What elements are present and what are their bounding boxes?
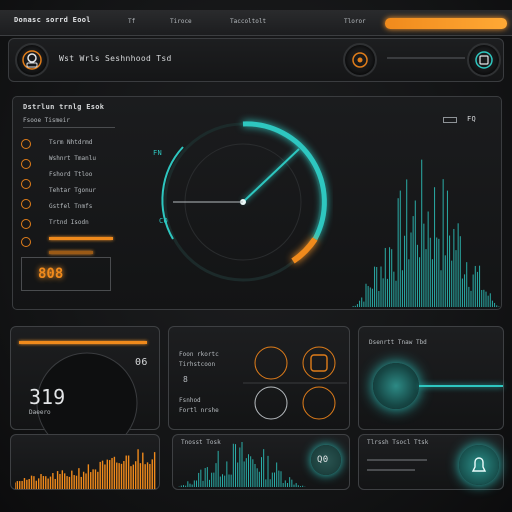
header-title: Wst Wrls Seshnhood Tsd (59, 54, 172, 63)
list-icon (21, 159, 31, 169)
panel-a-sub: Daeero (29, 409, 51, 416)
list-item[interactable]: Wshnrt Tmanlu (49, 155, 96, 162)
panel-b-count: 8 (183, 375, 188, 384)
list-item[interactable]: Tehtar Tgonur (49, 187, 96, 194)
list-icon (21, 179, 31, 189)
waveform-chart (352, 159, 500, 307)
list-icon (21, 139, 31, 149)
tab-4[interactable]: Tloror (344, 18, 366, 25)
tab-2[interactable]: Tiroce (170, 18, 192, 25)
readout-box: 808 (21, 257, 111, 291)
teal-wave-chart (178, 442, 306, 487)
panel-d-label: Tnosst Tosk (181, 439, 221, 446)
teal-link-line (419, 385, 503, 387)
gear-icon[interactable] (467, 43, 501, 77)
list-icon (21, 199, 31, 209)
tab-1[interactable]: Tf (128, 18, 135, 25)
list-item[interactable]: Tsrm Nhtdrmd (49, 139, 92, 146)
panel-b-row[interactable]: Foon rkortc (179, 351, 219, 358)
list-item[interactable]: Gstfel Tnmfs (49, 203, 92, 210)
panel-b-row[interactable]: Tirhstcoon (179, 361, 215, 368)
gauge-sub: CO (159, 217, 169, 225)
gauge-dial (161, 121, 327, 282)
panel-e-label: Tlrssh Tsocl Ttsk (367, 439, 429, 446)
gauge-label: FN (153, 149, 163, 157)
list-icon (21, 237, 31, 247)
panel-e-line (367, 459, 427, 461)
battery-icon (443, 117, 457, 123)
app-title[interactable]: Donasc sorrd Eool (14, 16, 91, 24)
panel-b-row[interactable]: Fsnhod (179, 397, 201, 404)
panel-a: 319 Daeero 06 (10, 326, 160, 435)
top-progress-bar (385, 18, 507, 29)
header-row: Wst Wrls Seshnhood Tsd (8, 38, 504, 82)
panel-a-value: 319 (29, 385, 66, 409)
panel-b: Foon rkortc Tirhstcoon 8 Fsnhod Fortl nr… (168, 326, 350, 430)
orange-bar-chart-panel (10, 434, 160, 490)
list-icon (21, 219, 31, 229)
list-item[interactable]: Fshord Ttloo (49, 171, 92, 178)
orange-readout: 808 (38, 266, 64, 282)
panel-d-badge: Q0 (317, 455, 329, 465)
panel-c-title: Dsenrtt Tnaw Tbd (369, 339, 427, 346)
corner-label: FQ (467, 115, 477, 123)
subtitle-divider (23, 127, 115, 128)
header-divider (387, 57, 465, 59)
robot-icon[interactable] (15, 43, 49, 77)
metric-list: Tsrm Nhtdrmd Wshnrt Tmanlu Fshord Ttloo … (21, 137, 141, 257)
target-grid (243, 346, 347, 420)
orange-bar-chart (15, 449, 156, 489)
alert-button[interactable] (459, 445, 499, 485)
list-item[interactable]: Trtnd Isodn (49, 219, 89, 226)
bell-icon (471, 457, 487, 472)
panel-a-bar (19, 341, 147, 344)
progress-bar (49, 251, 93, 254)
main-subtitle: Fsooe Tismeir (23, 117, 70, 124)
panel-a-badge: 06 (135, 357, 148, 368)
top-bar: Donasc sorrd Eool Tf Tiroce Taccoltolt T… (0, 10, 512, 36)
panel-e: Tlrssh Tsocl Ttsk (358, 434, 504, 490)
teal-node-icon[interactable] (373, 363, 419, 409)
teal-wave-panel: Q0 Tnosst Tosk (172, 434, 350, 490)
panel-e-line (367, 469, 415, 471)
target-icon[interactable] (343, 43, 377, 77)
main-panel: Dstrlun trnlg Esok Fsooe Tismeir FQ Tsrm… (12, 96, 502, 310)
main-title: Dstrlun trnlg Esok (23, 103, 105, 111)
tab-3[interactable]: Taccoltolt (230, 18, 266, 25)
panel-c: Dsenrtt Tnaw Tbd (358, 326, 504, 430)
progress-bar (49, 237, 113, 240)
panel-b-row[interactable]: Fortl nrshe (179, 407, 219, 414)
